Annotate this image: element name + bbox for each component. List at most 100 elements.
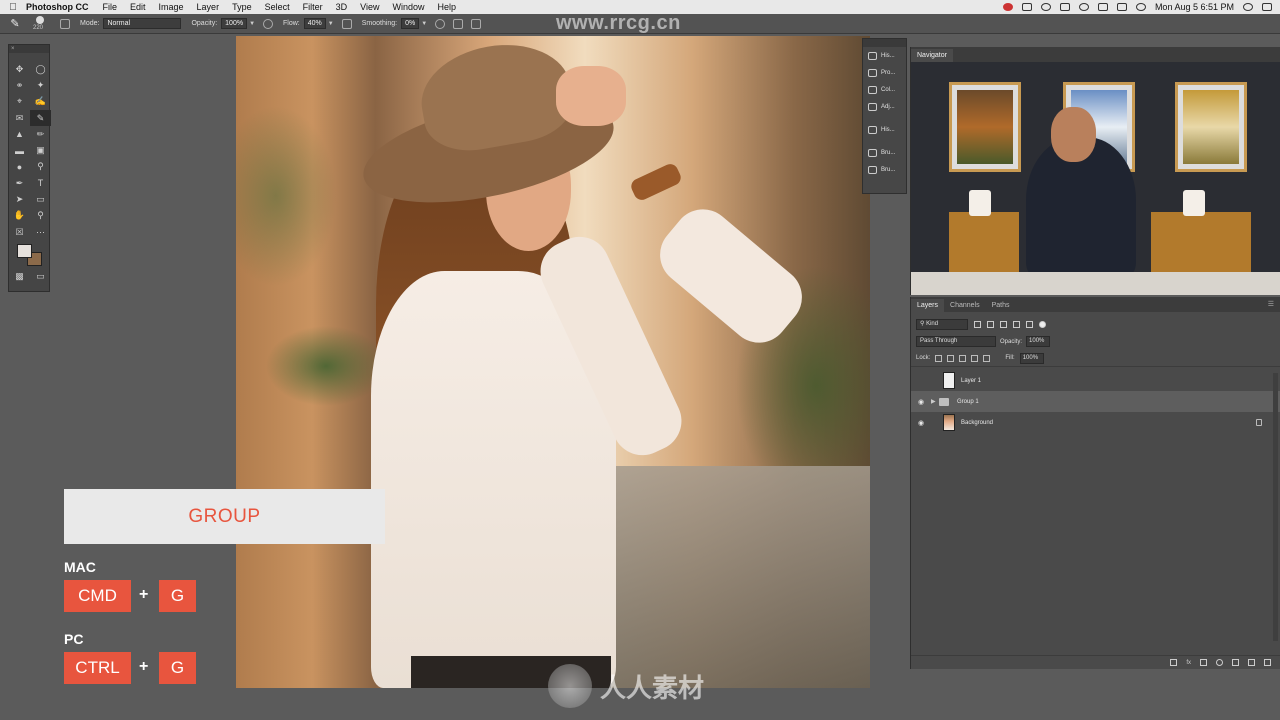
layer-row-layer-1[interactable]: ◉ Layer 1 [911, 370, 1280, 391]
histogram-panel-button[interactable]: His... [863, 121, 906, 138]
flow-field[interactable]: 40% [303, 18, 326, 29]
lock-image-icon[interactable] [947, 354, 955, 362]
menu-edit[interactable]: Edit [130, 2, 146, 12]
eye-icon[interactable]: ◉ [911, 419, 931, 427]
lock-all-icon[interactable] [983, 354, 991, 362]
lasso-tool-icon[interactable]: ⚭ [9, 77, 30, 93]
more-tools-icon[interactable]: ⋯ [30, 224, 51, 240]
marquee-tool-icon[interactable]: ◯ [30, 61, 51, 77]
eyedropper-tool-icon[interactable]: ✍ [30, 94, 51, 110]
symmetry-icon[interactable] [471, 18, 482, 29]
cloud-icon[interactable] [1059, 3, 1070, 11]
foreground-color-swatch[interactable] [17, 244, 32, 259]
clock-icon[interactable] [1078, 3, 1089, 11]
hand-tool-icon[interactable]: ✋ [9, 208, 30, 224]
visibility-off-icon[interactable]: ◉ [911, 377, 931, 385]
document-canvas[interactable] [236, 36, 870, 688]
crop-tool-icon[interactable]: ⌖ [9, 94, 30, 110]
brush-tool-icon[interactable]: ✎ [30, 109, 51, 127]
layer-name[interactable]: Background [961, 420, 993, 426]
pressure-opacity-icon[interactable] [263, 18, 274, 29]
magic-wand-tool-icon[interactable]: ✦ [30, 77, 51, 93]
layer-row-group-1[interactable]: ◉ ▶ Group 1 [911, 391, 1280, 412]
display-icon[interactable] [1116, 3, 1127, 11]
menu-layer[interactable]: Layer [197, 2, 220, 12]
shape-filter-icon[interactable] [1013, 321, 1020, 328]
tab-navigator[interactable]: Navigator [911, 49, 953, 62]
pen-tool-icon[interactable]: ✒ [9, 175, 30, 191]
menu-filter[interactable]: Filter [303, 2, 323, 12]
layer-opacity-field[interactable]: 100% [1026, 336, 1051, 347]
filter-toggle-icon[interactable] [1039, 321, 1046, 328]
tab-paths[interactable]: Paths [986, 299, 1016, 312]
brushes-panel-button[interactable]: Bru... [863, 144, 906, 161]
screen-mode-icon[interactable]: ▭ [30, 268, 51, 284]
navigator-preview[interactable] [911, 62, 1280, 295]
pixel-filter-icon[interactable] [974, 321, 981, 328]
notification-center-icon[interactable] [1262, 3, 1272, 11]
menu-help[interactable]: Help [437, 2, 456, 12]
add-layer-style-button[interactable]: fx [1186, 660, 1191, 666]
new-adjustment-layer-icon[interactable] [1216, 659, 1223, 666]
menu-view[interactable]: View [360, 2, 379, 12]
blend-mode-dropdown[interactable]: Pass Through [916, 336, 996, 347]
quick-mask-icon[interactable]: ▩ [9, 268, 30, 284]
history-panel-button[interactable]: His... [863, 47, 906, 64]
eraser-tool-icon[interactable]: ▬ [9, 142, 30, 158]
menu-image[interactable]: Image [159, 2, 184, 12]
record-icon[interactable] [1002, 3, 1013, 11]
healing-tool-icon[interactable]: ✉ [9, 110, 30, 126]
opacity-field[interactable]: 100% [221, 18, 248, 29]
spotlight-icon[interactable] [1243, 3, 1253, 11]
color-panel-button[interactable]: Col... [863, 81, 906, 98]
collapsed-panels-header[interactable] [863, 39, 906, 47]
stamp-tool-icon[interactable]: ▲ [9, 126, 30, 142]
panel-menu-icon[interactable]: ☰ [1268, 300, 1274, 308]
adjustment-filter-icon[interactable] [987, 321, 994, 328]
zoom-tool-icon[interactable]: ⚲ [30, 208, 51, 224]
gear-icon[interactable] [435, 18, 446, 29]
fill-field[interactable]: 100% [1019, 352, 1044, 364]
smart-object-filter-icon[interactable] [1026, 321, 1033, 328]
menu-clock[interactable]: Mon Aug 5 6:51 PM [1155, 2, 1234, 12]
blur-tool-icon[interactable]: ● [9, 159, 30, 175]
menu-file[interactable]: File [103, 2, 118, 12]
lock-position-icon[interactable] [959, 354, 967, 362]
menu-type[interactable]: Type [232, 2, 252, 12]
eye-icon[interactable]: ◉ [911, 398, 931, 406]
type-filter-icon[interactable] [1000, 321, 1007, 328]
menu-select[interactable]: Select [265, 2, 290, 12]
path-selection-tool-icon[interactable]: ➤ [9, 191, 30, 207]
add-mask-icon[interactable] [1200, 659, 1207, 666]
airbrush-icon[interactable] [341, 18, 352, 29]
new-group-icon[interactable] [1232, 659, 1239, 666]
layer-name[interactable]: Group 1 [957, 399, 979, 405]
filter-kind-dropdown[interactable]: ⚲ Kind [916, 319, 968, 330]
lock-artboard-icon[interactable] [971, 354, 979, 362]
brush-tool-icon[interactable]: ✎ [8, 17, 22, 31]
move-tool-icon[interactable]: ✥ [9, 61, 30, 77]
tab-layers[interactable]: Layers [911, 299, 945, 312]
layer-row-background[interactable]: ◉ Background [911, 412, 1280, 433]
apple-icon[interactable]:  [0, 2, 26, 13]
toolbox-collapse-icon[interactable]: × [9, 45, 49, 53]
mode-dropdown[interactable]: Normal [103, 18, 182, 29]
adjustments-panel-button[interactable]: Adj... [863, 98, 906, 115]
frame-tool-icon[interactable]: ☒ [9, 224, 30, 240]
layer-name[interactable]: Layer 1 [961, 378, 981, 384]
properties-panel-button[interactable]: Pro... [863, 64, 906, 81]
menu-window[interactable]: Window [392, 2, 424, 12]
layers-scrollbar[interactable] [1273, 373, 1278, 641]
expand-caret-icon[interactable]: ▶ [931, 398, 939, 405]
brush-settings-panel-button[interactable]: Bru... [863, 161, 906, 178]
brush-preset-picker[interactable]: 220 [30, 15, 52, 32]
lock-transparent-icon[interactable] [935, 354, 943, 362]
trash-icon[interactable] [1264, 659, 1271, 666]
chevron-down-icon[interactable]: ▼ [328, 21, 334, 27]
brush-settings-icon[interactable] [60, 18, 70, 29]
shape-tool-icon[interactable]: ▭ [30, 191, 51, 207]
app-name-menu[interactable]: Photoshop CC [26, 2, 89, 12]
tab-channels[interactable]: Channels [944, 299, 986, 312]
type-tool-icon[interactable]: T [30, 175, 51, 191]
chevron-down-icon[interactable]: ▼ [421, 21, 427, 27]
